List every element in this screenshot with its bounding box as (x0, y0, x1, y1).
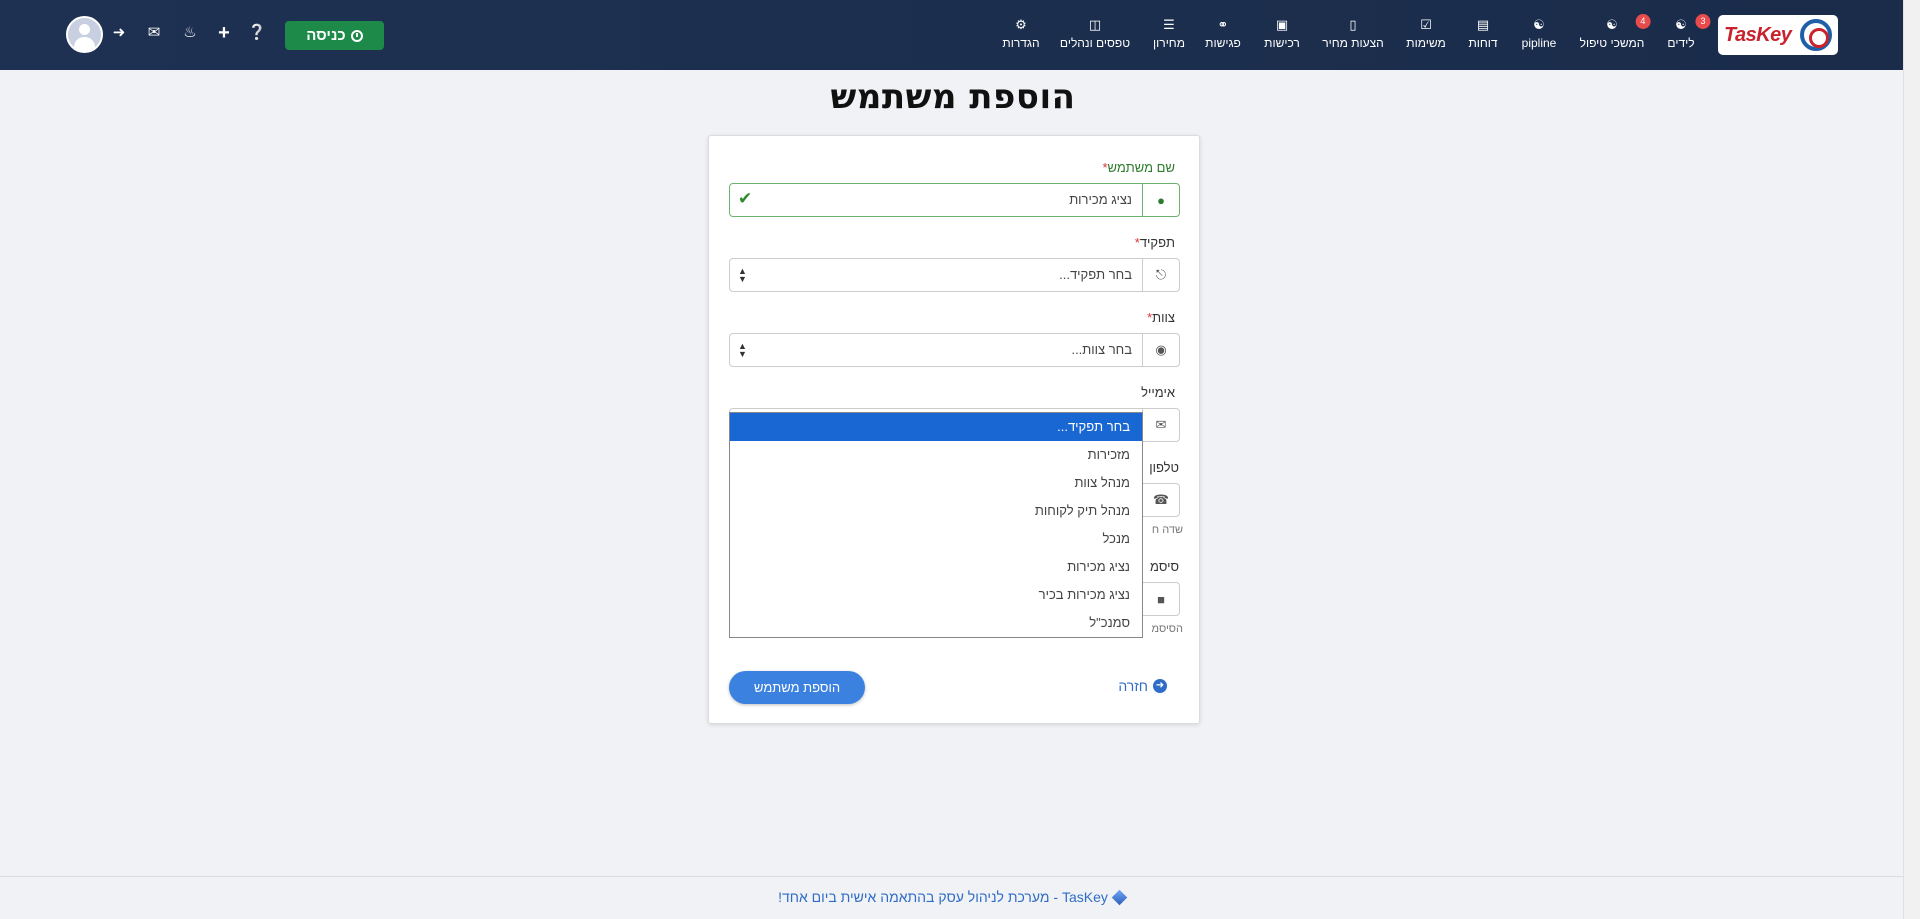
nav-item-reports[interactable]: ▤ דוחות (1468, 16, 1497, 58)
team-label: צוות* (1147, 310, 1175, 325)
check-icon: ✔ (738, 189, 753, 208)
nav-label: הגדרות (1002, 36, 1040, 50)
user-avatar[interactable] (66, 16, 103, 53)
lifebuoy-icon (1800, 19, 1832, 51)
username-value: נציג מכירות (1069, 192, 1132, 207)
nav-label: משימות (1406, 36, 1446, 50)
entry-label: כניסה (306, 27, 346, 44)
nav-item-settings[interactable]: ⚙ הגדרות (1002, 16, 1039, 58)
dropdown-option[interactable]: נציג מכירות (730, 553, 1142, 581)
diamond-icon (1111, 889, 1128, 906)
nav-label: הצעות מחיר (1322, 36, 1384, 50)
password-label: סיסמ (1150, 559, 1179, 574)
page-footer: TasKey - מערכת לניהול עסק בהתאמה אישית ב… (0, 876, 1903, 919)
username-label: שם משתמש* (1102, 160, 1175, 175)
purchase-icon: ▣ (1275, 17, 1289, 32)
nav-label: רכישות (1264, 36, 1300, 50)
nav-label: דוחות (1468, 36, 1498, 50)
nav-label: טפסים ונהלים (1059, 36, 1131, 50)
username-label-text: שם משתמש (1107, 160, 1176, 175)
help-icon[interactable]: ❔ (247, 22, 267, 44)
password-help-text: הסיסמ (1151, 623, 1184, 635)
role-placeholder: בחר תפקיד... (1059, 267, 1132, 282)
arrow-right-circle-icon: ➜ (1153, 679, 1167, 693)
role-dropdown-list[interactable]: בחר תפקיד... מזכירות מנהל צוות מנהל תיק … (729, 412, 1143, 638)
checkbox-icon: ☑ (1420, 17, 1432, 32)
back-label: חזרה (1118, 678, 1148, 694)
select-arrows-icon: ▲ ▼ (738, 341, 747, 359)
nav-item-forms[interactable]: ◫ טפסים ונהלים (1060, 16, 1130, 58)
footer-text[interactable]: TasKey - מערכת לניהול עסק בהתאמה אישית ב… (778, 889, 1108, 905)
chat-icon[interactable]: ✉ (144, 22, 164, 44)
role-label: תפקיד* (1135, 235, 1175, 250)
dropdown-option[interactable]: מזכירות (730, 441, 1142, 469)
page-title: הוספת משתמש (830, 77, 1076, 117)
login-icon[interactable]: ➜ (109, 22, 129, 44)
team-label-text: צוות (1152, 310, 1175, 325)
team-placeholder: בחר צוות... (1071, 342, 1132, 357)
add-user-button[interactable]: הוספת משתמש (729, 671, 865, 704)
barcode-icon: ☰ (1163, 17, 1175, 32)
clock-in-button[interactable]: כניסה (285, 21, 384, 50)
nav-label: פגישות (1205, 36, 1241, 50)
nav-item-pricelist[interactable]: ☰ מחירון (1153, 16, 1185, 58)
user-icon: ☯ (1606, 17, 1618, 32)
dropdown-option[interactable]: בחר תפקיד... (730, 413, 1142, 441)
book-icon: ◫ (1088, 17, 1102, 32)
taskey-logo[interactable]: TasKey (1718, 15, 1838, 55)
document-icon: ▯ (1349, 17, 1357, 32)
phone-label: טלפון (1149, 460, 1179, 475)
nav-item-quotes[interactable]: ▯ הצעות מחיר (1322, 16, 1384, 58)
nav-label: מחירון (1153, 36, 1185, 50)
nav-item-meetings[interactable]: ⚭ פגישות (1205, 16, 1241, 58)
dropdown-option[interactable]: מנהל תיק לקוחות (730, 497, 1142, 525)
nav-item-tasks[interactable]: ☑ משימות (1406, 16, 1445, 58)
back-link[interactable]: ➜ חזרה (1118, 678, 1167, 694)
phone-help-text: שדה ח (1151, 524, 1183, 536)
envelope-icon: ✉ (1142, 409, 1179, 441)
nav-label: לידים (1667, 36, 1695, 50)
dropdown-option[interactable]: מנהל צוות (730, 469, 1142, 497)
logo-text: TasKey (1724, 23, 1792, 46)
handshake-icon: ⚭ (1217, 17, 1229, 32)
phone-icon: ☎ (1142, 484, 1179, 516)
bar-chart-icon: ▤ (1476, 17, 1490, 32)
nav-item-pipline[interactable]: ☯ pipline (1522, 16, 1557, 58)
clock-icon (350, 29, 363, 42)
nav-item-leads[interactable]: ☯ 3 לידים (1667, 14, 1711, 58)
team-select[interactable]: ◉ בחר צוות... ▲ ▼ (729, 333, 1180, 367)
gear-icon: ⚙ (1015, 17, 1027, 32)
followups-badge: 4 (1635, 14, 1651, 29)
user-icon: ● (1142, 184, 1179, 216)
role-label-text: תפקיד (1139, 235, 1175, 250)
nav-item-purchases[interactable]: ▣ רכישות (1264, 16, 1300, 58)
bell-icon[interactable]: ♨ (180, 22, 200, 44)
dropdown-option[interactable]: נציג מכירות בכיר (730, 581, 1142, 609)
username-field[interactable]: ● נציג מכירות ✔ (729, 183, 1180, 217)
email-label: אימייל (1141, 385, 1175, 400)
select-arrows-icon: ▲ ▼ (738, 266, 747, 284)
user-icon: ☯ (1533, 17, 1545, 32)
nav-item-followups[interactable]: ☯ 4 המשכי טיפול (1579, 14, 1651, 58)
user-icon: ☯ (1675, 17, 1687, 32)
page-scrollbar[interactable] (1903, 0, 1920, 919)
lock-icon: ■ (1142, 583, 1179, 615)
paperclip-icon: ⎋ (1142, 259, 1179, 291)
leads-badge: 3 (1695, 14, 1711, 29)
nav-label: pipline (1521, 36, 1557, 50)
dropdown-option[interactable]: סמנכ"ל (730, 609, 1142, 637)
nav-label: המשכי טיפול (1579, 36, 1645, 50)
top-navbar: TasKey ☯ 3 לידים ☯ 4 המשכי טיפול ☯ pipli… (0, 0, 1903, 70)
role-select[interactable]: ⎋ בחר תפקיד... ▲ ▼ (729, 258, 1180, 292)
plus-icon[interactable]: + (214, 22, 234, 44)
users-icon: ◉ (1142, 334, 1179, 366)
dropdown-option[interactable]: מנכל (730, 525, 1142, 553)
